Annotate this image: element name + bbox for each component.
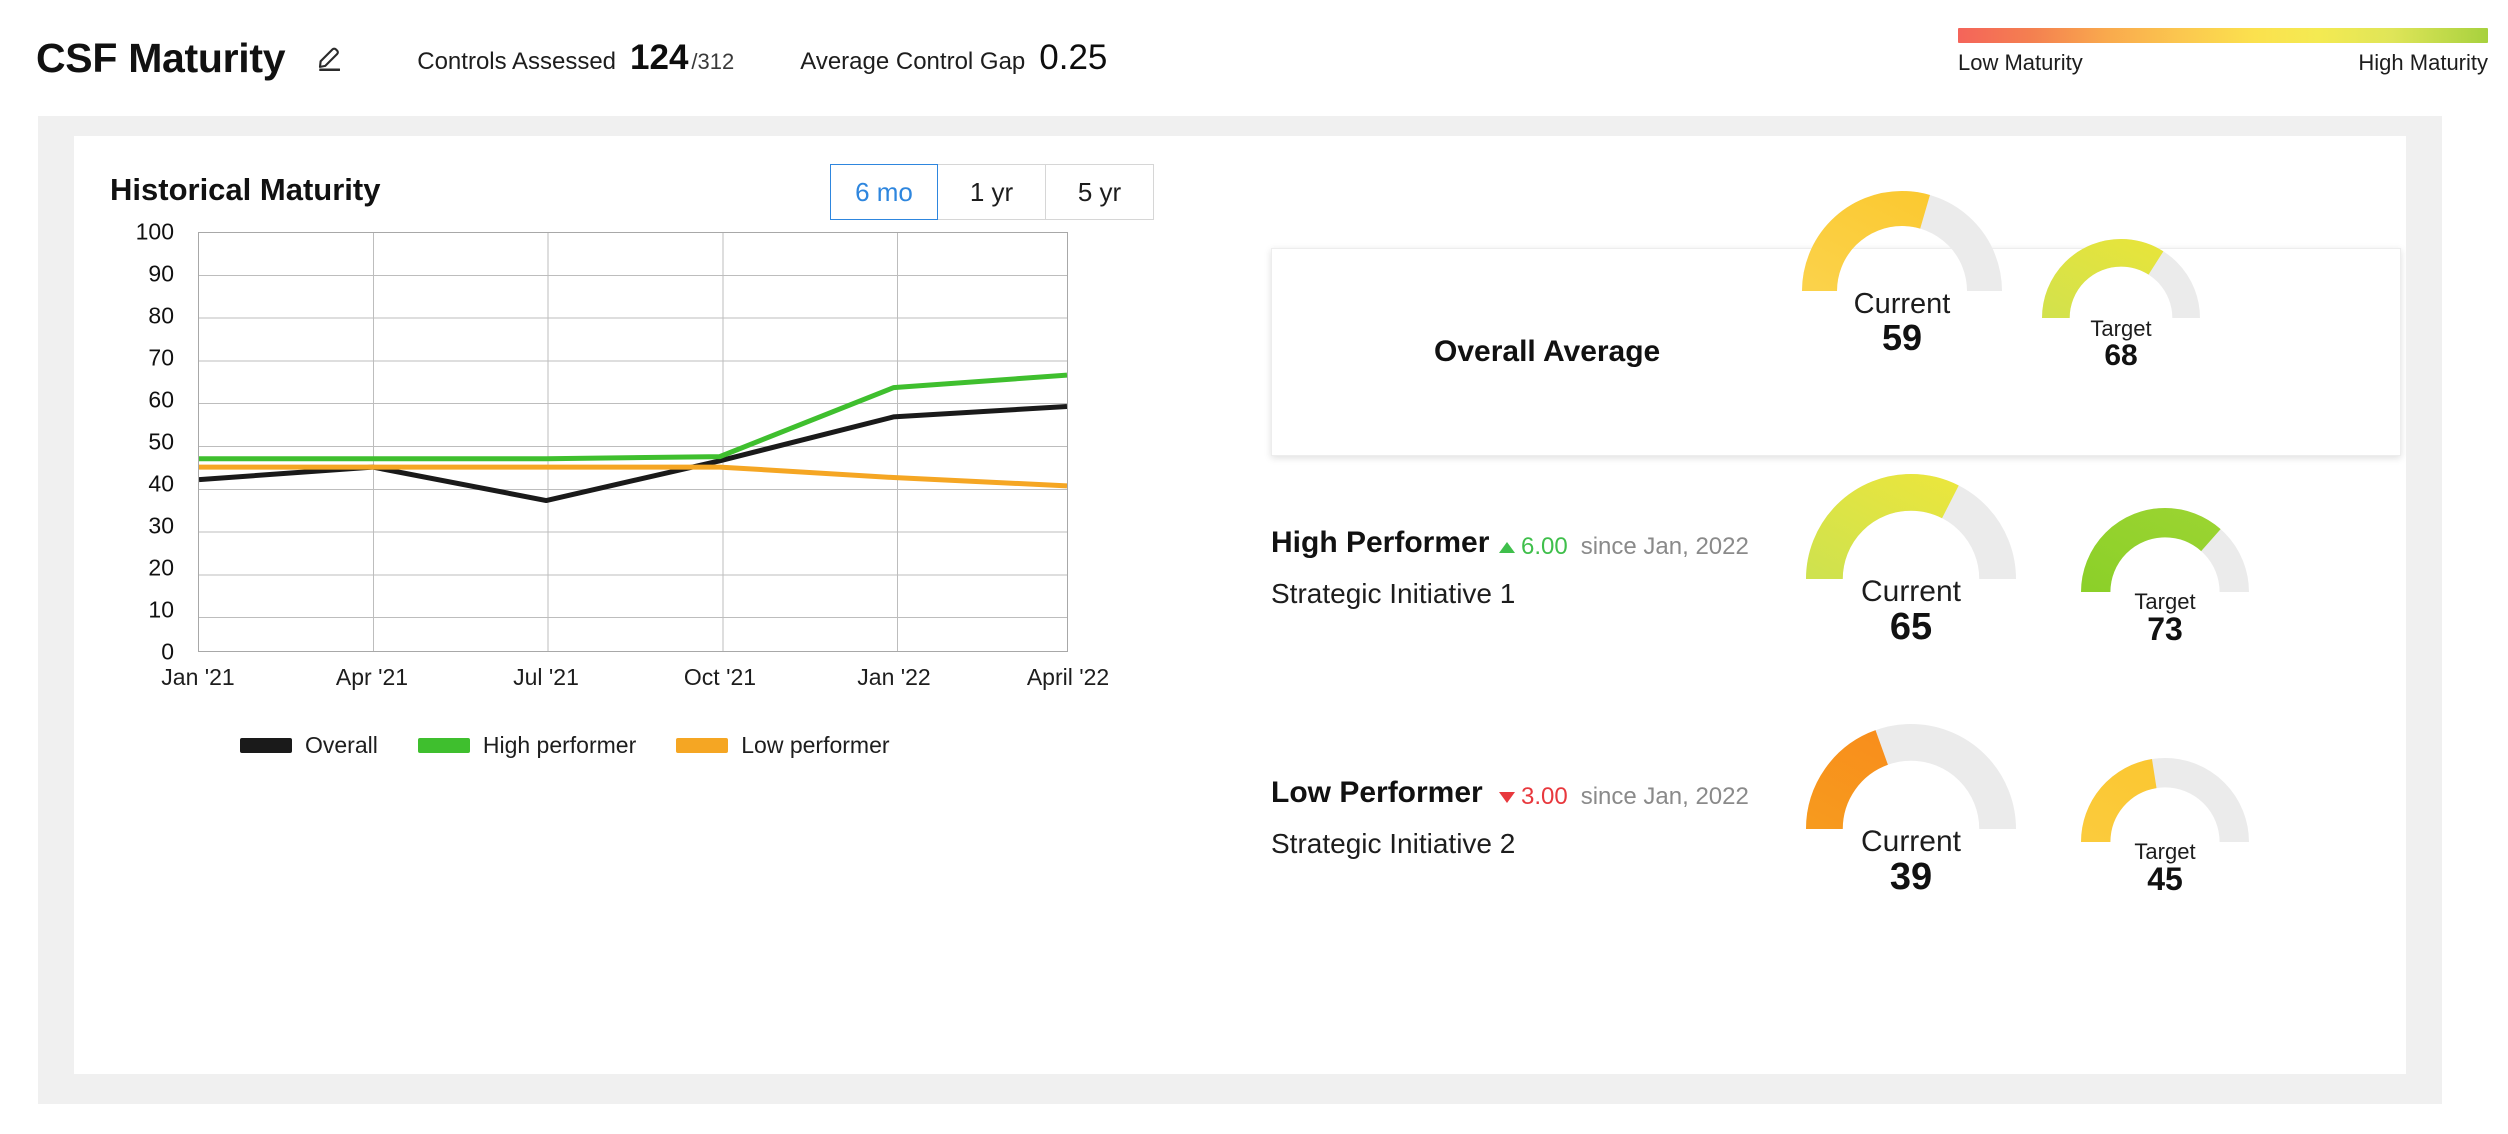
- line-chart: 100 90 80 70 60 50 40 30 20 10 0 Jan '21 Apr '21 Jul…: [110, 219, 1110, 759]
- range-button-5yr[interactable]: 5 yr: [1046, 164, 1154, 220]
- plot-series-svg: [199, 233, 1067, 651]
- page-header: CSF Maturity Controls Assessed 124 /312 …: [0, 0, 2508, 116]
- gauge-value: 65: [1889, 605, 1933, 648]
- legend-label: High performer: [482, 732, 637, 758]
- high-performer-delta-value: 6.00: [1521, 533, 1568, 560]
- kpi-controls-assessed: Controls Assessed 124 /312: [417, 38, 734, 78]
- arrow-up-icon: [1499, 541, 1515, 553]
- overall-average-card: Overall Average Current 59 Target 68: [1271, 191, 2401, 456]
- y-tick-label: 40: [148, 470, 174, 497]
- y-tick-label: 30: [148, 512, 174, 539]
- gauge-value: 39: [1889, 855, 1933, 898]
- y-tick-label: 100: [135, 218, 174, 245]
- gauge-high-target: Target 73: [2081, 508, 2249, 646]
- kpi-average-control-gap-label: Average Control Gap: [800, 48, 1026, 75]
- maturity-high-label: High Maturity: [2358, 50, 2488, 75]
- gauge-svg: [1806, 724, 2016, 830]
- legend-swatch: [417, 738, 470, 753]
- gauge-value: 68: [2104, 339, 2138, 373]
- y-tick-label: 20: [148, 554, 174, 581]
- y-tick-label: 10: [148, 596, 174, 623]
- gauge-svg: [2042, 239, 2200, 319]
- series-line: [199, 375, 1067, 459]
- gauge-overall-target: Target 68: [2042, 239, 2200, 371]
- chart-legend: Overall High performer Low performer: [240, 732, 930, 759]
- gauges-section: Overall Average Current 59 Target 68 High …: [1271, 136, 2406, 1074]
- gauge-low-target: Target 45: [2081, 758, 2249, 896]
- gauge-svg: [1806, 474, 2016, 580]
- y-axis: 100 90 80 70 60 50 40 30 20 10 0: [110, 219, 186, 665]
- gauge-low-current: Current 39: [1806, 724, 2016, 896]
- maturity-gradient-bar: [1958, 28, 2488, 43]
- gauge-svg: [2081, 758, 2249, 843]
- y-tick-label: 70: [148, 344, 174, 371]
- overall-average-label: Overall Average: [1434, 335, 1661, 368]
- kpi-controls-assessed-total: /312: [691, 49, 735, 74]
- header-kpis: Controls Assessed 124 /312 Average Contr…: [351, 38, 1107, 78]
- legend-swatch: [240, 738, 292, 753]
- y-tick-label: 60: [148, 386, 174, 413]
- legend-swatch: [676, 738, 729, 753]
- range-button-1yr[interactable]: 1 yr: [938, 164, 1046, 220]
- gauge-overall-current: Current 59: [1802, 191, 2002, 357]
- kpi-average-control-gap: Average Control Gap 0.25: [800, 38, 1107, 78]
- y-tick-label: 90: [148, 260, 174, 287]
- plot-area: [198, 232, 1068, 652]
- dashboard-white-card: Historical Maturity 6 mo 1 yr 5 yr 100 90…: [74, 136, 2406, 1074]
- performer-row-low: Low Performer 3.00 since Jan, 2022 Strat…: [1271, 724, 2406, 1026]
- low-performer-delta-since: since Jan, 2022: [1580, 783, 1749, 810]
- maturity-scale-legend: Low Maturity High Maturity: [1958, 28, 2488, 76]
- high-performer-name: High Performer: [1271, 526, 1490, 559]
- low-performer-delta: 3.00 since Jan, 2022: [1499, 783, 1749, 811]
- legend-item[interactable]: High performer: [417, 732, 637, 759]
- x-axis-labels: Jan '21 Apr '21 Jul '21 Oct '21 Jan '22 April…: [161, 664, 1110, 690]
- gauge-svg: [2081, 508, 2249, 593]
- time-range-button-group[interactable]: 6 mo 1 yr 5 yr: [830, 164, 1154, 220]
- high-performer-initiative: Strategic Initiative 1: [1271, 578, 1516, 609]
- y-tick-label: 80: [148, 302, 174, 329]
- low-performer-name: Low Performer: [1271, 776, 1483, 809]
- legend-label: Low performer: [741, 732, 890, 758]
- pencil-edit-icon-glyph: [319, 47, 341, 71]
- page-title: CSF Maturity: [36, 34, 286, 81]
- low-performer-initiative: Strategic Initiative 2: [1271, 828, 1516, 859]
- gauge-high-current: Current 65: [1806, 474, 2016, 646]
- y-tick-label: 50: [148, 428, 174, 455]
- range-button-6mo[interactable]: 6 mo: [830, 164, 938, 220]
- kpi-controls-assessed-label: Controls Assessed: [417, 48, 617, 75]
- series-line: [199, 406, 1067, 500]
- high-performer-delta: 6.00 since Jan, 2022: [1499, 533, 1749, 561]
- y-tick-label: 0: [161, 638, 174, 665]
- high-performer-delta-since: since Jan, 2022: [1580, 533, 1749, 560]
- dashboard-gray-panel: Historical Maturity 6 mo 1 yr 5 yr 100 90…: [38, 116, 2442, 1104]
- gauge-svg: [1802, 191, 2002, 292]
- kpi-controls-assessed-value: 124: [630, 38, 689, 77]
- low-performer-delta-value: 3.00: [1521, 783, 1568, 810]
- historical-maturity-chart-section: Historical Maturity 6 mo 1 yr 5 yr 100 90…: [110, 158, 1170, 759]
- pencil-edit-icon[interactable]: [309, 37, 351, 79]
- gauge-value: 73: [2147, 611, 2183, 648]
- maturity-low-label: Low Maturity: [1958, 50, 2083, 75]
- gauge-value: 45: [2147, 861, 2183, 898]
- legend-item[interactable]: Low performer: [676, 732, 890, 759]
- gauge-value: 59: [1881, 317, 1923, 359]
- legend-label: Overall: [305, 732, 378, 758]
- legend-item[interactable]: Overall: [240, 732, 378, 759]
- arrow-down-icon: [1499, 791, 1515, 803]
- chart-title: Historical Maturity: [110, 172, 381, 207]
- kpi-average-control-gap-value: 0.25: [1039, 38, 1108, 77]
